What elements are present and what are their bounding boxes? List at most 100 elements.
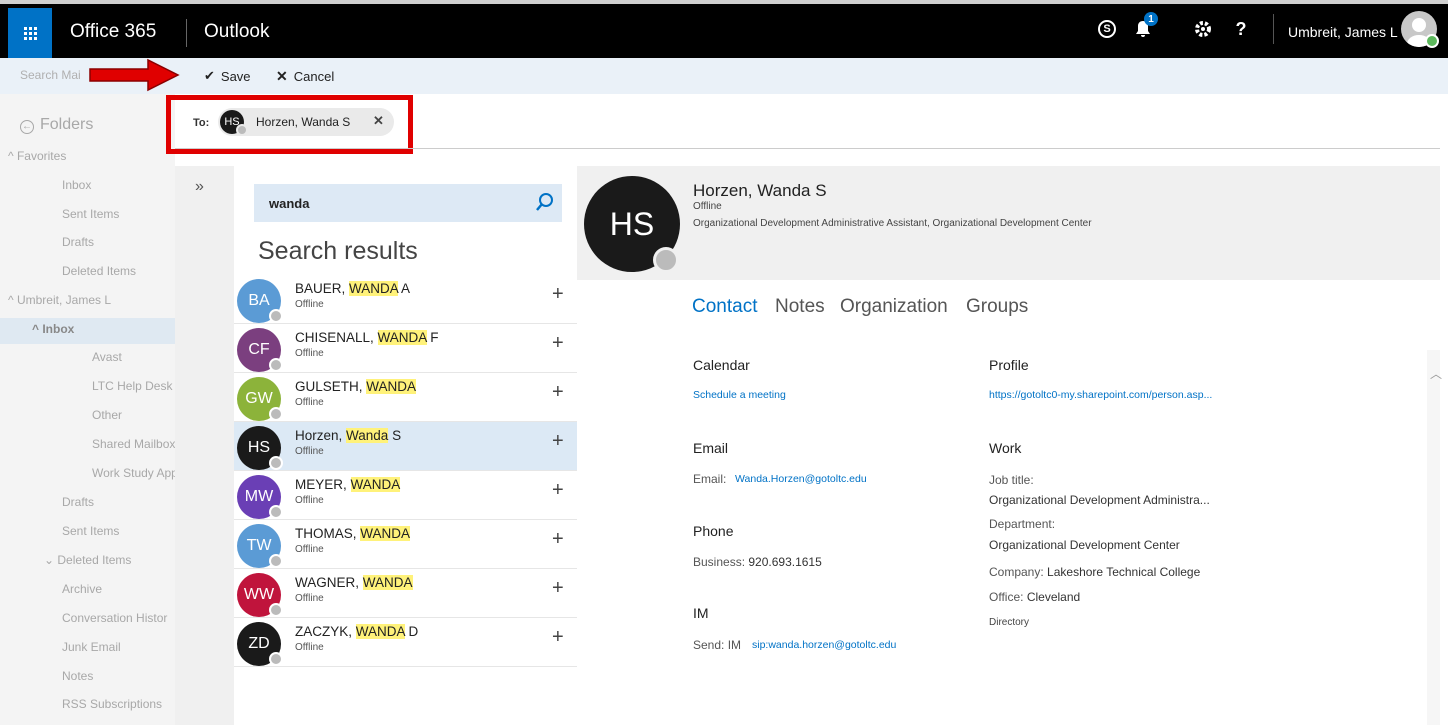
annotation-arrow-icon bbox=[89, 58, 180, 92]
folder-item[interactable]: Avast bbox=[92, 350, 122, 364]
back-circle-icon: ← bbox=[20, 120, 34, 134]
folder-item[interactable]: Archive bbox=[62, 582, 102, 596]
folders-header[interactable]: ← Folders bbox=[20, 116, 93, 134]
add-recipient-icon[interactable]: + bbox=[552, 381, 564, 404]
recipient-name: Horzen, Wanda S bbox=[256, 115, 351, 129]
folder-item[interactable]: Drafts bbox=[62, 495, 94, 509]
add-recipient-icon[interactable]: + bbox=[552, 283, 564, 306]
save-button[interactable]: ✔ Save bbox=[204, 68, 251, 84]
job-title-label: Job title: bbox=[989, 473, 1034, 487]
close-icon: ✕ bbox=[276, 68, 288, 84]
search-result-row[interactable]: BA BAUER, WANDA A Offline + bbox=[234, 275, 577, 324]
presence-offline-icon bbox=[269, 456, 283, 470]
phone-row[interactable]: Business: 920.693.1615 bbox=[693, 555, 822, 569]
add-recipient-icon[interactable]: + bbox=[552, 479, 564, 502]
search-result-row[interactable]: WW WAGNER, WANDA Offline + bbox=[234, 569, 577, 618]
presence-offline-icon bbox=[269, 603, 283, 617]
brand-name[interactable]: Office 365 bbox=[70, 21, 156, 43]
help-icon[interactable]: ? bbox=[1222, 4, 1260, 54]
add-recipient-icon[interactable]: + bbox=[552, 430, 564, 453]
folder-item[interactable]: RSS Subscriptions bbox=[62, 697, 162, 711]
folder-pane: ← Folders ^ Favorites Inbox Sent Items Dr… bbox=[0, 94, 175, 725]
result-status: Offline bbox=[295, 544, 324, 555]
deleted-items-folder[interactable]: ⌄ Deleted Items bbox=[44, 553, 131, 567]
divider bbox=[186, 19, 187, 47]
folder-item[interactable]: Junk Email bbox=[62, 640, 121, 654]
scrollbar[interactable] bbox=[1427, 350, 1440, 725]
search-result-row[interactable]: TW THOMAS, WANDA Offline + bbox=[234, 520, 577, 569]
result-status: Offline bbox=[295, 642, 324, 653]
add-recipient-icon[interactable]: + bbox=[552, 528, 564, 551]
tab-notes[interactable]: Notes bbox=[775, 296, 825, 318]
email-link[interactable]: Wanda.Horzen@gotoltc.edu bbox=[735, 473, 867, 485]
skype-icon[interactable]: S bbox=[1088, 4, 1126, 54]
add-recipient-icon[interactable]: + bbox=[552, 626, 564, 649]
tab-organization[interactable]: Organization bbox=[840, 296, 948, 318]
match-highlight: WANDA bbox=[366, 379, 417, 394]
folder-item[interactable]: Deleted Items bbox=[62, 264, 136, 278]
match-highlight: WANDA bbox=[377, 330, 427, 345]
tab-groups[interactable]: Groups bbox=[966, 296, 1028, 318]
match-highlight: WANDA bbox=[355, 624, 405, 639]
office-row: Office: Cleveland bbox=[989, 590, 1081, 604]
folder-item[interactable]: Shared Mailbox bbox=[92, 437, 175, 451]
search-query[interactable]: wanda bbox=[269, 196, 309, 211]
search-result-row[interactable]: GW GULSETH, WANDA Offline + bbox=[234, 373, 577, 422]
chevron-down-icon: ⌄ bbox=[44, 553, 58, 567]
user-name[interactable]: Umbreit, James L bbox=[1288, 24, 1398, 40]
folder-item[interactable]: Notes bbox=[62, 669, 93, 683]
account-group[interactable]: ^ Umbreit, James L bbox=[8, 293, 111, 307]
inbox-folder[interactable]: ^ Inbox bbox=[32, 322, 74, 336]
app-name[interactable]: Outlook bbox=[204, 21, 269, 43]
tab-contact[interactable]: Contact bbox=[692, 296, 757, 318]
search-result-row[interactable]: ZD ZACZYK, WANDA D Offline + bbox=[234, 618, 577, 667]
email-row: Email: bbox=[693, 472, 727, 486]
favorites-group[interactable]: ^ Favorites bbox=[8, 149, 66, 163]
add-recipient-icon[interactable]: + bbox=[552, 332, 564, 355]
search-icon[interactable] bbox=[534, 191, 556, 213]
add-recipient-icon[interactable]: + bbox=[552, 577, 564, 600]
scroll-up-icon[interactable]: ︿ bbox=[1430, 365, 1442, 382]
folder-item[interactable]: Inbox bbox=[62, 178, 91, 192]
notification-count-badge: 1 bbox=[1144, 12, 1158, 26]
app-launcher-icon[interactable] bbox=[8, 8, 52, 58]
expand-icon[interactable]: » bbox=[195, 178, 204, 196]
company-row: Company: Lakeshore Technical College bbox=[989, 565, 1201, 579]
search-result-row[interactable]: MW MEYER, WANDA Offline + bbox=[234, 471, 577, 520]
presence-offline-icon bbox=[269, 309, 283, 323]
search-result-row[interactable]: HS Horzen, Wanda S Offline + bbox=[234, 422, 577, 471]
folder-item[interactable]: Sent Items bbox=[62, 524, 119, 538]
presence-offline-icon bbox=[269, 358, 283, 372]
im-row: Send: IM bbox=[693, 638, 742, 652]
result-name: WAGNER, WANDA bbox=[295, 575, 413, 590]
result-name: THOMAS, WANDA bbox=[295, 526, 411, 541]
folder-item[interactable]: Other bbox=[92, 408, 122, 422]
match-highlight: WANDA bbox=[349, 281, 399, 296]
cancel-button[interactable]: ✕ Cancel bbox=[276, 68, 334, 85]
profile-link[interactable]: https://gotoltc0-my.sharepoint.com/perso… bbox=[989, 389, 1212, 401]
folder-item[interactable]: Conversation Histor bbox=[62, 611, 167, 625]
result-name: MEYER, WANDA bbox=[295, 477, 401, 492]
folder-item[interactable]: Sent Items bbox=[62, 207, 119, 221]
remove-recipient-icon[interactable]: ✕ bbox=[373, 113, 384, 129]
result-status: Offline bbox=[295, 495, 324, 506]
notification-bell-icon[interactable]: 1 bbox=[1124, 4, 1162, 54]
search-mail-input[interactable]: Search Mai bbox=[20, 68, 81, 82]
folder-item[interactable]: Work Study App bbox=[92, 466, 175, 480]
cancel-label: Cancel bbox=[293, 69, 335, 84]
contact-title: Organizational Development Administrativ… bbox=[693, 218, 1092, 229]
im-link[interactable]: sip:wanda.horzen@gotoltc.edu bbox=[752, 639, 896, 651]
calendar-heading: Calendar bbox=[693, 357, 750, 373]
folder-item[interactable]: Drafts bbox=[62, 235, 94, 249]
match-highlight: Wanda bbox=[346, 428, 389, 443]
folder-item[interactable]: LTC Help Desk bbox=[92, 379, 172, 393]
search-result-row[interactable]: CF CHISENALL, WANDA F Offline + bbox=[234, 324, 577, 373]
search-results-title: Search results bbox=[258, 237, 418, 265]
work-heading: Work bbox=[989, 440, 1022, 456]
job-title-value: Organizational Development Administra... bbox=[989, 493, 1210, 507]
divider bbox=[175, 148, 1440, 149]
settings-gear-icon[interactable] bbox=[1184, 4, 1222, 54]
profile-heading: Profile bbox=[989, 357, 1029, 373]
schedule-meeting-link[interactable]: Schedule a meeting bbox=[693, 389, 786, 401]
result-name: ZACZYK, WANDA D bbox=[295, 624, 419, 639]
